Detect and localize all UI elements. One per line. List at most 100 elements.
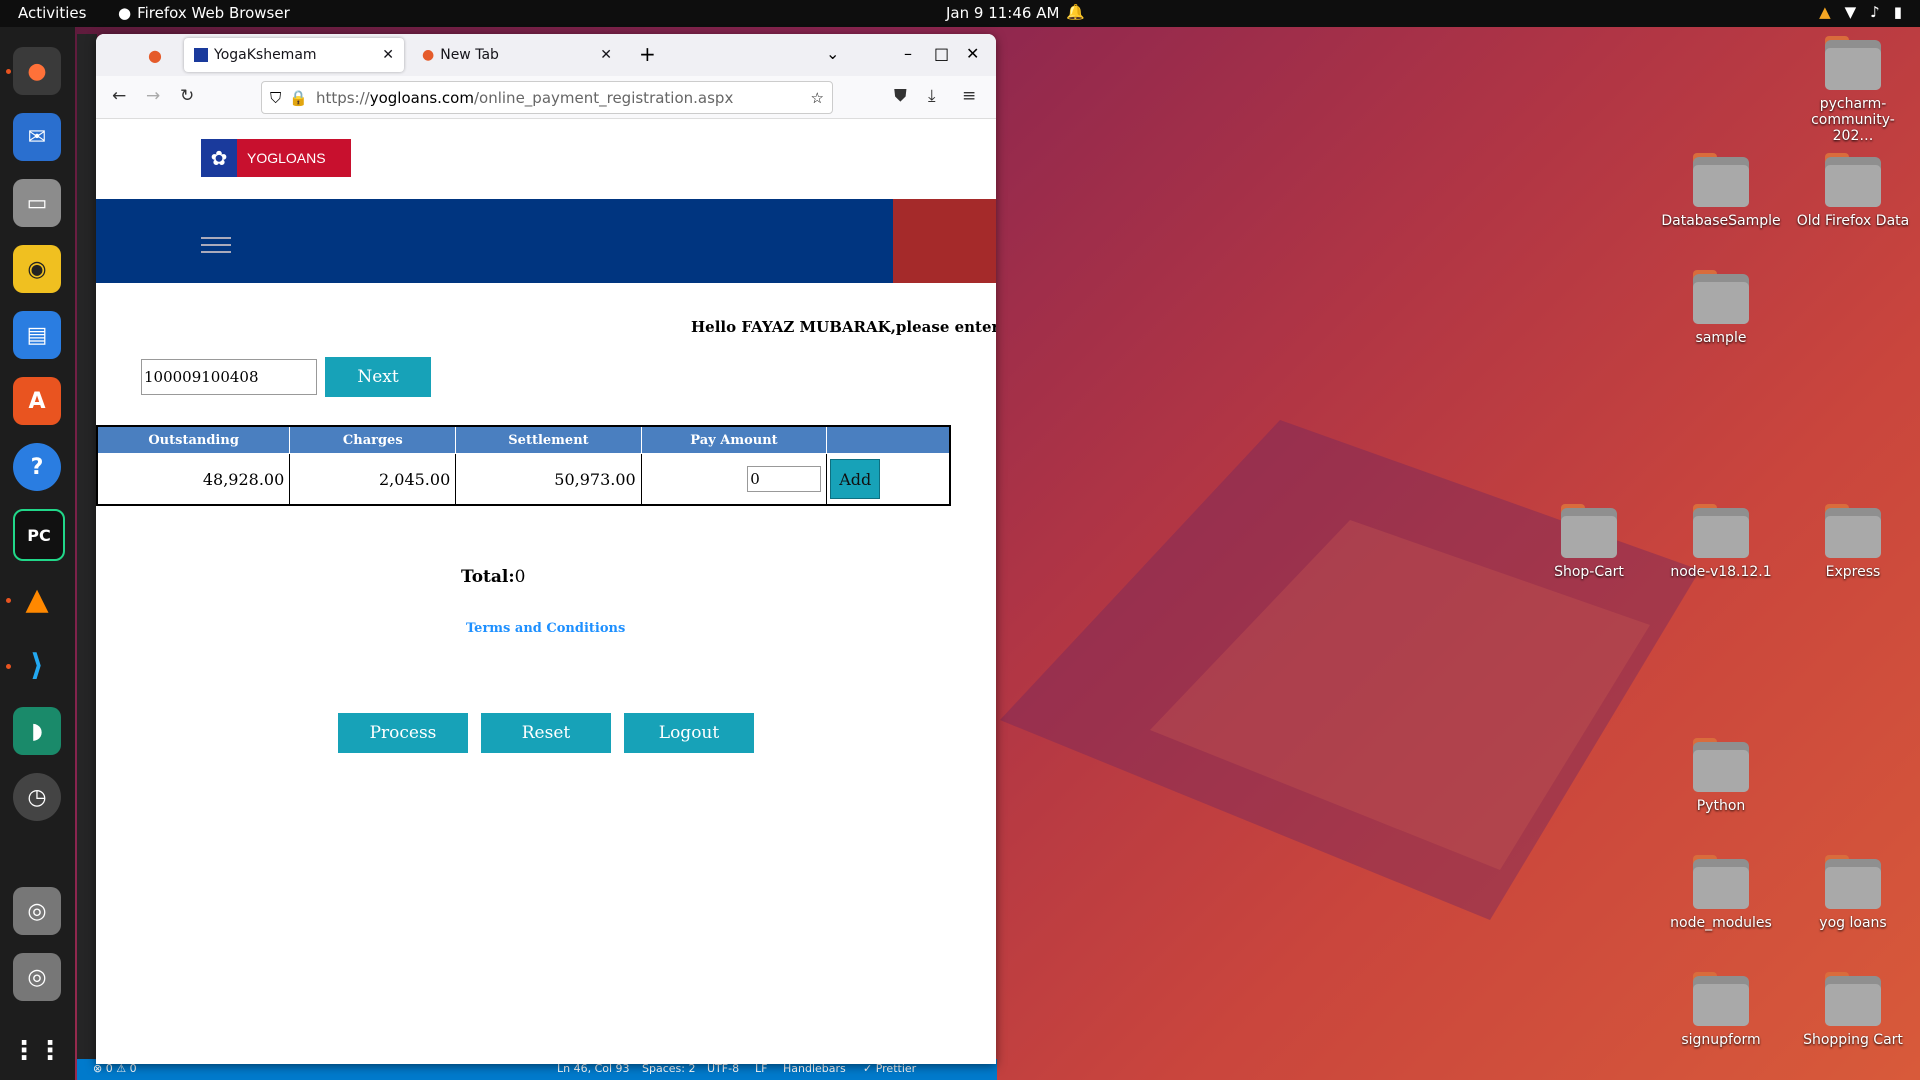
- desktop-icon-label: Shopping Cart: [1803, 1032, 1903, 1048]
- folder-icon: [1693, 153, 1749, 207]
- tab-new-tab[interactable]: ● New Tab ✕: [412, 38, 622, 72]
- firefox-icon[interactable]: ●: [13, 47, 61, 95]
- list-tabs-chevron-icon[interactable]: ⌄: [826, 44, 839, 63]
- mysql-workbench-icon[interactable]: ◗: [13, 707, 61, 755]
- downloads-icon[interactable]: ⤓: [928, 86, 936, 106]
- next-button[interactable]: Next: [325, 357, 431, 397]
- desktop-icon-node-modules[interactable]: node_modules: [1661, 855, 1781, 931]
- desktop-icon-label: node-v18.12.1: [1670, 564, 1772, 580]
- desktop-icon-shopping-cart[interactable]: Shopping Cart: [1793, 972, 1913, 1048]
- pycharm-icon[interactable]: PC: [13, 509, 65, 561]
- bookmark-star-icon[interactable]: ☆: [811, 89, 824, 107]
- col-header-settlement: Settlement: [455, 425, 642, 454]
- menu-hamburger-icon[interactable]: ≡: [962, 86, 976, 106]
- reset-button[interactable]: Reset: [481, 713, 611, 753]
- url-prefix: https://: [315, 88, 370, 107]
- shield-icon[interactable]: ⛉: [270, 89, 281, 107]
- clock[interactable]: Jan 9 11:46 AM: [946, 4, 1059, 22]
- folder-icon: [1825, 972, 1881, 1026]
- nav-banner: [96, 199, 893, 283]
- total-label: Total:: [461, 567, 515, 587]
- add-button[interactable]: Add: [830, 459, 881, 499]
- desktop-icon-node[interactable]: node-v18.12.1: [1661, 504, 1781, 580]
- outstanding-value: 48,928.00: [96, 453, 291, 506]
- yogloans-logo[interactable]: ✿ YOGLOANS: [201, 139, 351, 177]
- help-icon[interactable]: ?: [13, 443, 61, 491]
- desktop-icon-label: sample: [1695, 330, 1747, 346]
- total-line: Total:0: [461, 567, 525, 587]
- reload-icon[interactable]: ↻: [180, 86, 194, 106]
- writer-icon[interactable]: ▤: [13, 311, 61, 359]
- update-icon: ▲: [1819, 3, 1831, 21]
- process-button[interactable]: Process: [338, 713, 468, 753]
- desktop-icon-yog-loans[interactable]: yog loans: [1793, 855, 1913, 931]
- running-indicator: [6, 598, 11, 603]
- col-header-charges: Charges: [289, 425, 457, 454]
- hamburger-menu-icon[interactable]: [201, 237, 231, 258]
- files-icon[interactable]: ▭: [13, 179, 61, 227]
- maximize-icon[interactable]: □: [934, 44, 949, 63]
- volume-icon: ♪: [1870, 3, 1880, 21]
- forward-arrow-icon[interactable]: →: [146, 86, 160, 106]
- thunderbird-icon[interactable]: ✉: [13, 113, 61, 161]
- close-tab-icon[interactable]: ✕: [382, 47, 394, 63]
- url-domain: yogloans.com: [369, 88, 474, 107]
- desktop-icon-old-firefox-data[interactable]: Old Firefox Data: [1793, 153, 1913, 229]
- firefox-view-icon[interactable]: ●: [148, 46, 162, 65]
- desktop-icon-sample[interactable]: sample: [1661, 270, 1781, 346]
- folder-icon: [1825, 855, 1881, 909]
- pay-amount-input[interactable]: [747, 466, 822, 492]
- battery-icon: ▮: [1893, 3, 1902, 21]
- notification-bell-icon: 🔔: [1066, 3, 1085, 21]
- desktop-icon-signupform[interactable]: signupform: [1661, 972, 1781, 1048]
- table-row: 48,928.00 2,045.00 50,973.00 Add: [96, 453, 951, 506]
- web-page: ✿ YOGLOANS Hello FAYAZ MUBARAK,please en…: [96, 119, 996, 1064]
- pay-amount-cell: [640, 453, 828, 506]
- software-icon[interactable]: A: [13, 377, 61, 425]
- total-value: 0: [514, 567, 526, 587]
- lock-icon[interactable]: 🔒: [289, 89, 308, 107]
- site-favicon: [194, 48, 208, 62]
- disk-icon-2[interactable]: ◎: [13, 953, 61, 1001]
- close-tab-icon[interactable]: ✕: [600, 47, 612, 63]
- running-indicator: [6, 664, 11, 669]
- pocket-icon[interactable]: ⛊: [894, 86, 907, 106]
- vlc-icon[interactable]: ▲: [13, 575, 61, 623]
- desktop-icon-label: yog loans: [1819, 915, 1887, 931]
- terms-link[interactable]: Terms and Conditions: [466, 621, 625, 636]
- desktop-icon-pycharm[interactable]: pycharm- community-202…: [1793, 36, 1913, 144]
- folder-icon: [1693, 972, 1749, 1026]
- vscode-icon[interactable]: ⟩: [13, 641, 61, 689]
- nav-accent: [893, 199, 996, 283]
- tab-yogakshemam[interactable]: YogaKshemam ✕: [184, 38, 404, 72]
- desktop-icon-label: pycharm- community-202…: [1811, 96, 1895, 144]
- desktop-icon-shop-cart[interactable]: Shop-Cart: [1529, 504, 1649, 580]
- rhythmbox-icon[interactable]: ◉: [13, 245, 61, 293]
- activities-button[interactable]: Activities: [18, 4, 86, 22]
- charges-value: 2,045.00: [289, 453, 457, 506]
- back-arrow-icon[interactable]: ←: [112, 86, 126, 106]
- desktop-icon-label: node_modules: [1670, 915, 1772, 931]
- system-tray[interactable]: ▲ ▼ ♪ ▮: [1819, 3, 1902, 21]
- firefox-window: ● YogaKshemam ✕ ● New Tab ✕ + ⌄ – □ ✕ ← …: [96, 34, 996, 1064]
- app-menu[interactable]: ● Firefox Web Browser: [118, 4, 290, 22]
- desktop-icon-python[interactable]: Python: [1661, 738, 1781, 814]
- folder-icon: [1561, 504, 1617, 558]
- desktop-icon-databasesample[interactable]: DatabaseSample: [1661, 153, 1781, 229]
- url-bar[interactable]: ⛉ 🔒 https:// yogloans.com /online_paymen…: [261, 81, 833, 114]
- app-name: Firefox Web Browser: [137, 4, 290, 22]
- loan-number-input[interactable]: [141, 359, 317, 395]
- desktop-icon-label: Shop-Cart: [1554, 564, 1624, 580]
- desktop-icon-express[interactable]: Express: [1793, 504, 1913, 580]
- show-apps-icon[interactable]: ⋮⋮: [11, 1027, 63, 1075]
- logout-button[interactable]: Logout: [624, 713, 754, 753]
- folder-icon: [1825, 153, 1881, 207]
- col-header-outstanding: Outstanding: [96, 425, 291, 454]
- clock-app-icon[interactable]: ◷: [13, 773, 61, 821]
- close-window-icon[interactable]: ✕: [966, 44, 979, 63]
- nav-bar: ← → ↻ ⛉ 🔒 https:// yogloans.com /online_…: [96, 76, 996, 119]
- new-tab-plus-icon[interactable]: +: [639, 42, 656, 66]
- table-header-row: Outstanding Charges Settlement Pay Amoun…: [96, 425, 951, 454]
- disk-icon[interactable]: ◎: [13, 887, 61, 935]
- minimize-icon[interactable]: –: [904, 44, 912, 63]
